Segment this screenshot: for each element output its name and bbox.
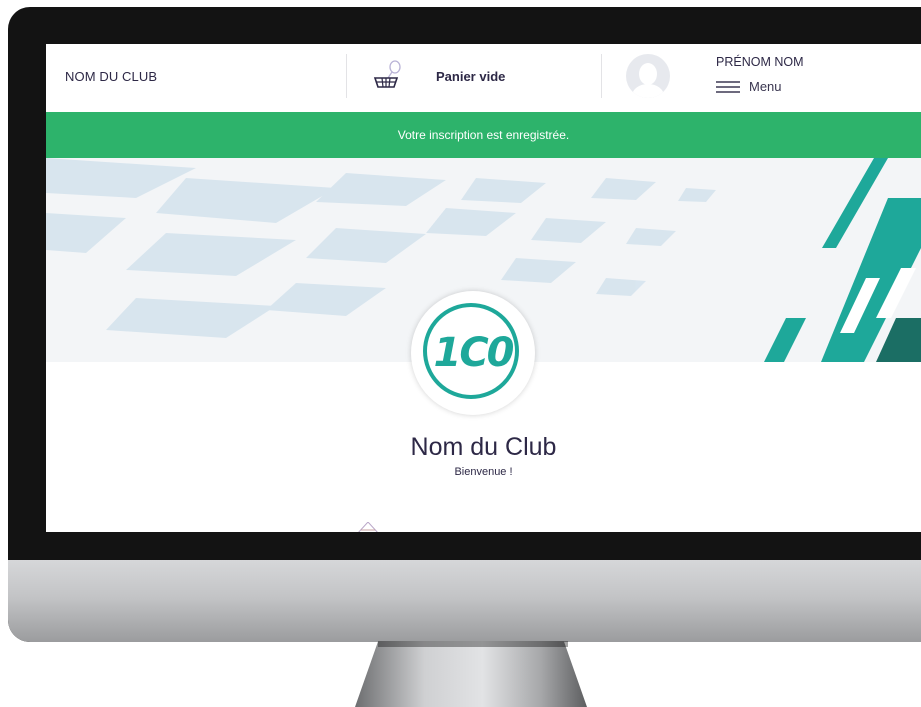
divider xyxy=(346,54,347,98)
divider xyxy=(601,54,602,98)
top-bar: NOM DU CLUB Panier vide PRÉNOM NOM Menu xyxy=(46,44,921,112)
monitor-chin xyxy=(8,560,921,642)
stand-shadow xyxy=(378,641,568,647)
emblem-icon xyxy=(358,522,378,532)
page-title: Nom du Club xyxy=(410,433,557,461)
screen: NOM DU CLUB Panier vide PRÉNOM NOM Menu … xyxy=(46,44,921,532)
user-name[interactable]: PRÉNOM NOM xyxy=(716,55,804,69)
club-logo: 1C0 xyxy=(411,291,535,415)
club-name-link[interactable]: NOM DU CLUB xyxy=(65,69,157,84)
user-avatar-icon[interactable] xyxy=(626,54,670,98)
cart-label[interactable]: Panier vide xyxy=(436,69,505,84)
success-banner: Votre inscription est enregistrée. xyxy=(46,112,921,158)
hamburger-icon[interactable] xyxy=(716,81,740,94)
monitor-stand xyxy=(355,641,587,707)
banner-message: Votre inscription est enregistrée. xyxy=(397,128,570,142)
page-subtitle: Bienvenue ! xyxy=(454,466,513,478)
basket-icon[interactable] xyxy=(372,60,402,92)
club-logo-text: 1C0 xyxy=(433,330,514,376)
menu-button[interactable]: Menu xyxy=(749,79,782,94)
